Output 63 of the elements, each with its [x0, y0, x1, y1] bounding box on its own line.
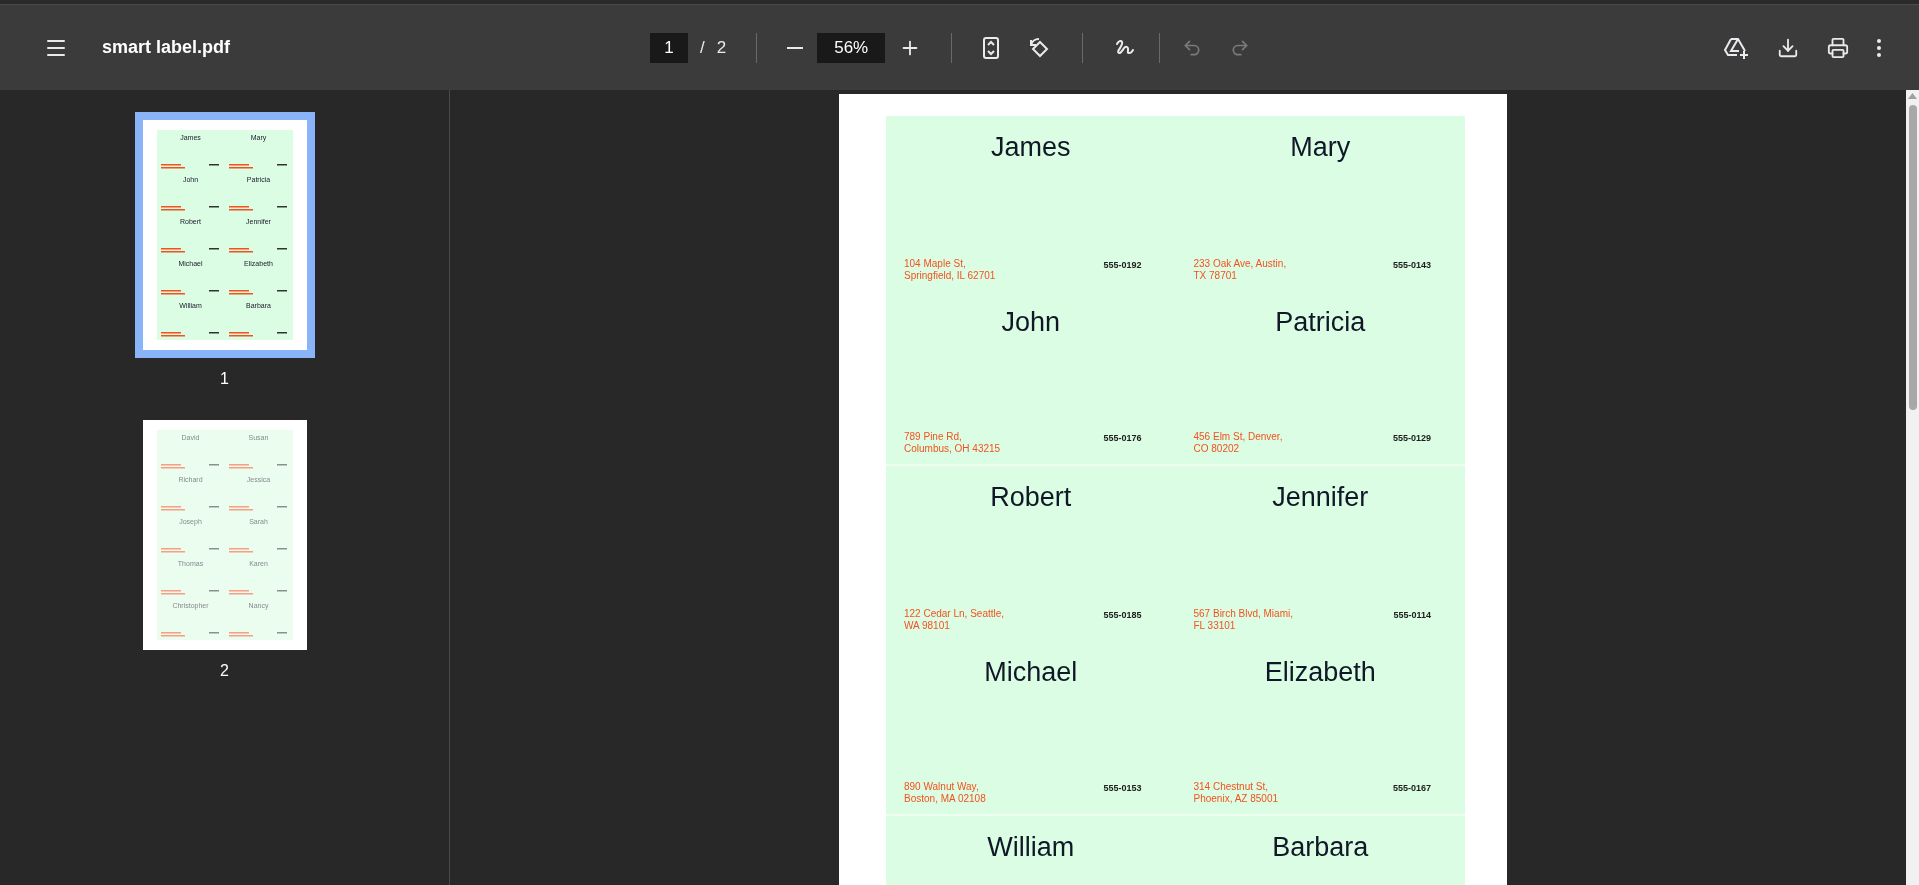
- thumbnail-address-lines: [228, 464, 289, 469]
- label-name: Robert: [990, 482, 1072, 513]
- page-separator: /: [700, 37, 705, 58]
- label-address: 890 Walnut Way, Boston, MA 02108: [904, 781, 986, 805]
- redo-icon: [1230, 37, 1251, 58]
- thumbnail-address-lines: [160, 464, 221, 469]
- thumbnail-address-lines: [228, 206, 289, 211]
- scrollbar-thumb[interactable]: [1908, 105, 1917, 410]
- thumbnail-address-lines: [228, 248, 289, 253]
- page-number-label: 2: [220, 662, 229, 680]
- thumbnail-address-lines: [160, 164, 221, 169]
- label-phone: 555-0143: [1392, 260, 1431, 270]
- thumbnail-address-lines: [160, 206, 221, 211]
- label-name: James: [991, 132, 1071, 163]
- label-address: 104 Maple St, Springfield, IL 62701: [904, 258, 996, 282]
- printer-icon: [1827, 36, 1849, 59]
- thumbnail-address-lines: [160, 332, 221, 337]
- label-name: Mary: [1290, 132, 1351, 163]
- thumbnail-address-lines: [228, 332, 289, 337]
- thumbnail-address-lines: [228, 590, 289, 595]
- page-count: 2: [716, 37, 727, 58]
- label-phone: 555-0185: [1103, 610, 1142, 620]
- fit-page-icon: [982, 35, 1001, 60]
- scroll-up-icon: [1908, 93, 1917, 99]
- label-name: Jennifer: [1272, 482, 1369, 513]
- download-icon: [1777, 36, 1799, 59]
- minus-icon: [787, 46, 804, 49]
- label-phone: 555-0153: [1103, 783, 1142, 793]
- drive-add-icon: [1723, 35, 1749, 60]
- label-phone: 555-0192: [1103, 260, 1142, 270]
- thumbnail-address-lines: [160, 632, 221, 637]
- thumbnail-address-lines: [228, 632, 289, 637]
- page-number-input[interactable]: 1: [650, 32, 688, 63]
- label-phone: 555-0129: [1392, 433, 1431, 443]
- label-address: 314 Chestnut St, Phoenix, AZ 85001: [1193, 781, 1278, 805]
- thumbnail-address-lines: [228, 506, 289, 511]
- label-name: William: [987, 832, 1075, 863]
- label-address: 122 Cedar Ln, Seattle, WA 98101: [904, 608, 1005, 632]
- label-name: Patricia: [1275, 307, 1366, 338]
- label-address: 567 Birch Blvd, Miami, FL 33101: [1193, 608, 1293, 632]
- thumbnail-address-lines: [228, 290, 289, 295]
- page-number-label: 1: [220, 370, 229, 388]
- label-name: Elizabeth: [1264, 657, 1376, 688]
- label-name: Michael: [984, 657, 1078, 688]
- thumbnail-address-lines: [160, 590, 221, 595]
- label-name: Barbara: [1272, 832, 1369, 863]
- scrollbar[interactable]: [1906, 90, 1919, 885]
- label-phone: 555-0176: [1103, 433, 1142, 443]
- thumbnail-address-lines: [160, 506, 221, 511]
- document-title: smart label.pdf: [102, 37, 231, 58]
- more-vertical-icon: [1877, 38, 1881, 57]
- label-name: John: [1001, 307, 1061, 338]
- thumbnail-address-lines: [160, 290, 221, 295]
- thumbnail-address-lines: [228, 548, 289, 553]
- thumbnail-address-lines: [160, 548, 221, 553]
- zoom-input[interactable]: 56%: [817, 32, 886, 63]
- label-address: 233 Oak Ave, Austin, TX 78701: [1193, 258, 1287, 282]
- label-address: 456 Elm St, Denver, CO 80202: [1193, 431, 1283, 455]
- thumbnail-address-lines: [228, 164, 289, 169]
- label-address: 789 Pine Rd, Columbus, OH 43215: [904, 431, 1001, 455]
- label-phone: 555-0114: [1393, 610, 1431, 620]
- label-phone: 555-0167: [1392, 783, 1431, 793]
- thumbnail-address-lines: [160, 248, 221, 253]
